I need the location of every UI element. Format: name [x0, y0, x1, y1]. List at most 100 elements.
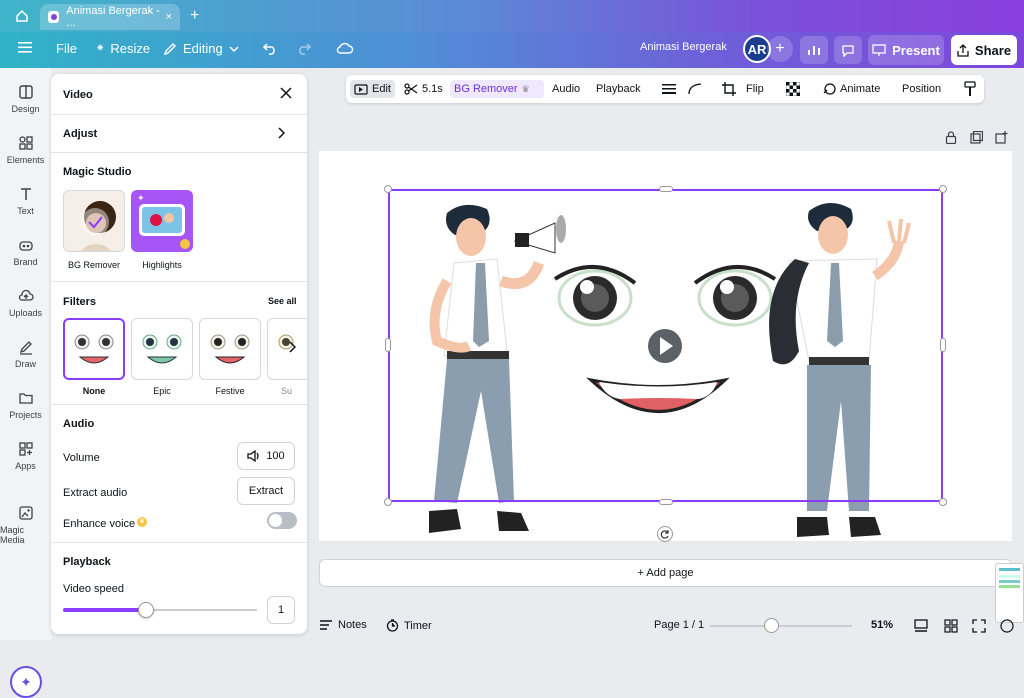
hamburger-menu-icon[interactable]: [18, 41, 32, 53]
redo-icon[interactable]: [296, 41, 312, 55]
add-page-button[interactable]: + Add page: [319, 559, 1012, 587]
position-button[interactable]: Position: [898, 80, 945, 98]
corner-rounding-icon[interactable]: [684, 80, 706, 98]
bg-remover-tile[interactable]: [63, 190, 125, 252]
notes-icon: [320, 620, 332, 630]
resize-handle[interactable]: [385, 338, 391, 352]
timer-label: Timer: [404, 619, 432, 632]
rotate-handle-icon[interactable]: [657, 526, 673, 542]
animate-button[interactable]: Animate: [818, 80, 884, 98]
elements-icon: [18, 136, 33, 150]
duration-label: 5.1s: [422, 83, 443, 95]
rail-item-draw[interactable]: Draw: [0, 339, 51, 369]
chevron-down-icon: [229, 45, 239, 52]
filter-epic[interactable]: [131, 318, 193, 380]
pages-view-icon[interactable]: [914, 619, 928, 636]
zoom-slider-track[interactable]: [710, 618, 852, 633]
see-all-link[interactable]: See all: [268, 296, 297, 306]
editing-mode-dropdown[interactable]: Editing: [163, 41, 239, 56]
filter-none[interactable]: [63, 318, 125, 380]
resize-handle[interactable]: [940, 338, 946, 352]
audio-button[interactable]: Audio: [548, 80, 584, 98]
bg-remover-button[interactable]: BG Remover ♛: [450, 80, 544, 98]
fullscreen-icon[interactable]: [972, 619, 986, 636]
enhance-voice-toggle[interactable]: [267, 512, 297, 529]
resize-handle[interactable]: [384, 185, 392, 193]
tab-close-icon[interactable]: ×: [166, 11, 172, 23]
page-indicator[interactable]: Page 1 / 1: [654, 619, 704, 631]
rail-item-elements[interactable]: Elements: [0, 135, 51, 165]
rail-item-design[interactable]: Design: [0, 84, 51, 114]
browser-tab[interactable]: Animasi Bergerak - ... ×: [40, 4, 180, 30]
resize-label: Resize: [110, 41, 151, 56]
volume-control[interactable]: 100: [237, 442, 295, 470]
magic-assistant-button[interactable]: ✦: [10, 666, 42, 698]
undo-icon[interactable]: [262, 41, 278, 55]
extract-audio-label: Extract audio: [63, 487, 128, 499]
chevron-right-icon: [277, 127, 286, 142]
lock-icon[interactable]: [945, 131, 957, 149]
bottom-bar: Notes Timer Page 1 / 1 51%: [307, 612, 1024, 640]
grid-view-icon[interactable]: [944, 619, 958, 636]
document-title[interactable]: Animasi Bergerak: [640, 41, 727, 53]
present-button[interactable]: Present: [868, 35, 944, 65]
rail-item-magic-media[interactable]: Magic Media: [0, 505, 51, 545]
cloud-save-icon[interactable]: [336, 41, 354, 55]
notes-button[interactable]: Notes: [319, 619, 367, 631]
home-icon[interactable]: [15, 9, 29, 28]
edit-label: Edit: [372, 83, 391, 95]
rail-item-uploads[interactable]: Uploads: [0, 288, 51, 318]
speed-slider-handle[interactable]: [138, 602, 155, 618]
playback-button[interactable]: Playback: [592, 80, 645, 98]
comment-icon[interactable]: [834, 36, 862, 64]
file-menu[interactable]: File: [56, 41, 77, 56]
highlights-label: Highlights: [142, 260, 182, 270]
zoom-level[interactable]: 51%: [871, 619, 893, 631]
projects-icon: [18, 393, 33, 404]
zoom-slider-handle[interactable]: [764, 618, 779, 633]
speed-value-field[interactable]: 1: [267, 596, 295, 624]
resize-handle[interactable]: [659, 499, 673, 505]
rail-item-apps[interactable]: Apps: [0, 441, 51, 471]
speed-slider-track[interactable]: [63, 602, 257, 618]
chevron-right-icon[interactable]: [288, 341, 297, 356]
uploads-icon: [18, 289, 34, 301]
edit-button[interactable]: Edit: [350, 80, 395, 98]
selection-box: [388, 189, 943, 502]
extract-button[interactable]: Extract: [237, 477, 295, 505]
rail-label: Design: [11, 104, 40, 114]
flip-button[interactable]: Flip: [742, 80, 768, 98]
insights-chart-icon[interactable]: [800, 36, 828, 64]
rail-item-projects[interactable]: Projects: [0, 390, 51, 420]
rail-label: Apps: [15, 461, 36, 471]
crop-icon[interactable]: [718, 80, 740, 98]
left-side-rail: Design Elements Text Brand Uploads Draw …: [0, 68, 51, 698]
filter-festive[interactable]: [199, 318, 261, 380]
resize-handle[interactable]: [659, 186, 673, 192]
resize-handle[interactable]: [384, 498, 392, 506]
timer-button[interactable]: Timer: [386, 619, 432, 632]
resize-handle[interactable]: [939, 185, 947, 193]
trim-button[interactable]: 5.1s: [400, 80, 447, 98]
transparency-icon[interactable]: [782, 80, 804, 98]
adjust-row[interactable]: Adjust: [51, 115, 307, 153]
add-page-icon[interactable]: [995, 131, 1008, 149]
svg-text:✦: ✦: [137, 193, 145, 203]
present-label: Present: [892, 42, 940, 58]
filter-summer[interactable]: [267, 318, 307, 380]
help-icon[interactable]: [1000, 619, 1014, 636]
border-style-icon[interactable]: [658, 80, 680, 98]
share-button[interactable]: Share: [951, 35, 1017, 65]
bg-remover-thumbnail: [80, 201, 116, 251]
rail-item-brand[interactable]: Brand: [0, 237, 51, 267]
new-tab-button[interactable]: +: [190, 7, 199, 25]
volume-label: Volume: [63, 452, 100, 464]
highlights-tile[interactable]: ✦: [131, 190, 193, 252]
copy-style-icon[interactable]: [960, 80, 980, 98]
add-collaborator-button[interactable]: +: [767, 36, 793, 62]
rail-item-text[interactable]: Text: [0, 186, 51, 216]
duplicate-page-icon[interactable]: [970, 130, 984, 149]
close-icon[interactable]: [280, 87, 292, 102]
resize-button[interactable]: ✷ Resize: [96, 41, 150, 56]
resize-handle[interactable]: [939, 498, 947, 506]
